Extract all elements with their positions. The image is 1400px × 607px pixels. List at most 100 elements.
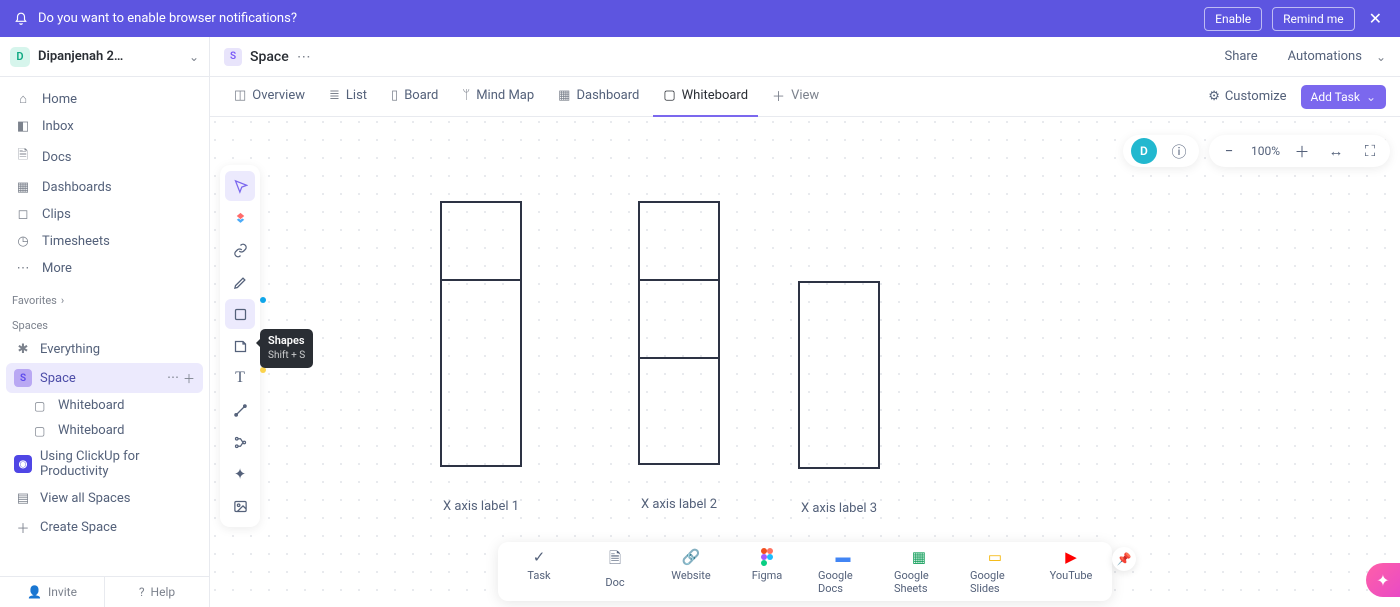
ai-fab[interactable]: ✦: [1366, 563, 1400, 597]
nav-label: Clips: [42, 207, 71, 222]
connector-tool[interactable]: [225, 395, 255, 425]
fullscreen-icon[interactable]: ⛶: [1358, 139, 1382, 163]
nav-home[interactable]: ⌂ Home: [6, 85, 203, 113]
axis-label-3[interactable]: X axis label 3: [798, 501, 880, 516]
graph-tool[interactable]: [225, 427, 255, 457]
pin-dock-icon[interactable]: 📌: [1112, 547, 1136, 571]
space-space[interactable]: S Space ⋯ ＋: [6, 363, 203, 393]
info-icon[interactable]: ⓘ: [1167, 139, 1191, 163]
close-icon[interactable]: ✕: [1365, 9, 1386, 28]
space-using-clickup[interactable]: ◉ Using ClickUp for Productivity: [6, 443, 203, 485]
rect[interactable]: [638, 201, 720, 281]
space-child-whiteboard-1[interactable]: ▢ Whiteboard: [6, 393, 203, 418]
nav-timesheets[interactable]: ◷ Timesheets: [6, 228, 203, 255]
zoom-value[interactable]: 100%: [1251, 144, 1280, 158]
select-tool[interactable]: [225, 171, 255, 201]
gsheets-icon: ▦: [912, 548, 926, 566]
dock-doc[interactable]: 🗎 Doc: [590, 548, 640, 595]
doc-icon: 🗎: [14, 146, 32, 168]
dock-task[interactable]: ✓ Task: [514, 548, 564, 595]
chevron-down-icon: ⌄: [189, 50, 199, 64]
dock-youtube[interactable]: ▶ YouTube: [1046, 548, 1096, 595]
nav-more[interactable]: ⋯ More: [6, 255, 203, 282]
chevron-down-icon: ⌄: [1366, 90, 1376, 104]
breadcrumb-space[interactable]: Space: [250, 49, 289, 65]
chevron-down-icon[interactable]: ⌄: [1376, 50, 1386, 64]
presence-avatar[interactable]: D: [1131, 138, 1157, 164]
whiteboard-canvas[interactable]: T ✦ Shapes Shift + S: [210, 117, 1400, 607]
rect[interactable]: [440, 279, 522, 467]
add-task-button[interactable]: Add Task ⌄: [1301, 85, 1386, 109]
figma-icon: [760, 548, 774, 566]
axis-label-1[interactable]: X axis label 1: [440, 499, 522, 514]
image-tool[interactable]: [225, 491, 255, 521]
help-button[interactable]: ? Help: [105, 577, 209, 607]
tab-list[interactable]: ≣ List: [319, 77, 377, 117]
space-add-icon[interactable]: ＋: [183, 370, 195, 387]
presence-pill: D ⓘ: [1123, 135, 1199, 167]
invite-button[interactable]: 👤 Invite: [0, 577, 105, 607]
view-all-spaces[interactable]: ▤ View all Spaces: [6, 485, 203, 512]
tab-overview[interactable]: ◫ Overview: [224, 77, 315, 117]
tab-mindmap[interactable]: ᛘ Mind Map: [452, 77, 544, 117]
sticky-tool[interactable]: [225, 331, 255, 361]
board-icon: ▯: [391, 88, 398, 103]
enable-button[interactable]: Enable: [1204, 7, 1262, 31]
whiteboard-tool-panel: T ✦: [220, 165, 260, 527]
bar-stack-1[interactable]: X axis label 1: [440, 201, 522, 514]
tab-dashboard[interactable]: ▦ Dashboard: [548, 77, 649, 117]
remind-me-button[interactable]: Remind me: [1272, 7, 1354, 31]
ellipsis-icon: ⋯: [14, 261, 32, 276]
dock-gsheets[interactable]: ▦ Google Sheets: [894, 548, 944, 595]
space-badge: ◉: [14, 455, 32, 473]
share-button[interactable]: Share: [1214, 43, 1267, 70]
bar-stack-3[interactable]: X axis label 3: [798, 281, 880, 516]
tab-whiteboard[interactable]: ▢ Whiteboard: [653, 77, 758, 117]
rect[interactable]: [798, 281, 880, 469]
zoom-in-icon[interactable]: ＋: [1290, 139, 1314, 163]
home-icon: ⌂: [14, 91, 32, 107]
dock-website[interactable]: 🔗 Website: [666, 548, 716, 595]
ai-tool[interactable]: ✦: [225, 459, 255, 489]
customize-button[interactable]: ⚙ Customize: [1198, 89, 1296, 104]
add-view[interactable]: ＋ View: [762, 77, 829, 117]
space-child-whiteboard-2[interactable]: ▢ Whiteboard: [6, 418, 203, 443]
workspace-name: Dipanjenah 2…: [38, 49, 181, 64]
rect[interactable]: [638, 279, 720, 359]
space-everything[interactable]: ✱ Everything: [6, 336, 203, 363]
link-tool[interactable]: [225, 235, 255, 265]
space-menu-icon[interactable]: ⋯: [167, 370, 179, 387]
shapes-tool[interactable]: [225, 299, 255, 329]
inbox-icon: ◧: [14, 119, 32, 134]
rect[interactable]: [440, 201, 522, 281]
tab-board[interactable]: ▯ Board: [381, 77, 448, 117]
clickup-tool[interactable]: [225, 203, 255, 233]
zoom-out-icon[interactable]: −: [1217, 139, 1241, 163]
dock-gslides[interactable]: ▭ Google Slides: [970, 548, 1020, 595]
favorites-section-label[interactable]: Favorites ›: [0, 286, 209, 311]
color-dot-blue: [260, 297, 266, 303]
workspace-switcher[interactable]: D Dipanjenah 2… ⌄: [0, 37, 209, 77]
fit-width-icon[interactable]: ↔: [1324, 139, 1348, 163]
nav-label: Timesheets: [42, 234, 110, 249]
task-icon: ✓: [533, 548, 546, 566]
insert-dock: ✓ Task 🗎 Doc 🔗 Website Figma: [498, 542, 1112, 601]
create-space[interactable]: ＋ Create Space: [6, 512, 203, 543]
nav-label: Inbox: [42, 119, 74, 134]
nav-docs[interactable]: 🗎 Docs: [6, 140, 203, 174]
text-tool[interactable]: T: [225, 363, 255, 393]
dock-gdocs[interactable]: ▬ Google Docs: [818, 548, 868, 595]
sidebar-footer: 👤 Invite ? Help: [0, 576, 209, 607]
nav-dashboards[interactable]: ▦ Dashboards: [6, 174, 203, 201]
breadcrumb-menu-icon[interactable]: ⋯: [297, 49, 311, 65]
bar-stack-2[interactable]: X axis label 2: [638, 201, 720, 512]
automations-button[interactable]: Automations: [1278, 43, 1372, 70]
nav-inbox[interactable]: ◧ Inbox: [6, 113, 203, 140]
pen-tool[interactable]: [225, 267, 255, 297]
whiteboard-icon: ▢: [34, 399, 50, 413]
axis-label-2[interactable]: X axis label 2: [638, 497, 720, 512]
dock-figma[interactable]: Figma: [742, 548, 792, 595]
rect[interactable]: [638, 357, 720, 465]
nav-clips[interactable]: ◻ Clips: [6, 201, 203, 228]
gear-icon: ⚙: [1208, 89, 1220, 104]
